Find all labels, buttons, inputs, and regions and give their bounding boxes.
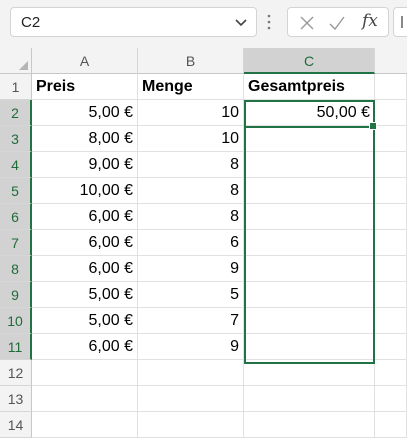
selection-range-border (244, 100, 375, 364)
cell-b1[interactable]: Menge (138, 74, 244, 100)
cell-b14[interactable] (138, 412, 244, 438)
formula-input[interactable] (393, 7, 407, 37)
row-header-12[interactable]: 12 (0, 360, 32, 386)
cell-b11[interactable]: 9 (138, 334, 244, 360)
select-all-triangle (19, 61, 28, 70)
cell-d9[interactable] (375, 282, 407, 308)
cell-a14[interactable] (32, 412, 138, 438)
row-header-4[interactable]: 4 (0, 152, 32, 178)
cell-a11[interactable]: 6,00 € (32, 334, 138, 360)
row-header-9[interactable]: 9 (0, 282, 32, 308)
row-header-5[interactable]: 5 (0, 178, 32, 204)
cell-d7[interactable] (375, 230, 407, 256)
cell-b10[interactable]: 7 (138, 308, 244, 334)
column-header-c[interactable]: C (244, 48, 375, 74)
cell-b7[interactable]: 6 (138, 230, 244, 256)
cell-d2[interactable] (375, 100, 407, 126)
cell-b5[interactable]: 8 (138, 178, 244, 204)
row-header-2[interactable]: 2 (0, 100, 32, 126)
cell-a3[interactable]: 8,00 € (32, 126, 138, 152)
cell-d12[interactable] (375, 360, 407, 386)
cell-b8[interactable]: 9 (138, 256, 244, 282)
cell-b9[interactable]: 5 (138, 282, 244, 308)
cell-b3[interactable]: 10 (138, 126, 244, 152)
cell-b13[interactable] (138, 386, 244, 412)
cell-a10[interactable]: 5,00 € (32, 308, 138, 334)
cell-c14[interactable] (244, 412, 375, 438)
cell-a5[interactable]: 10,00 € (32, 178, 138, 204)
cell-d5[interactable] (375, 178, 407, 204)
cell-a1[interactable]: Preis (32, 74, 138, 100)
fx-icon[interactable]: fx (362, 11, 378, 31)
cell-b6[interactable]: 8 (138, 204, 244, 230)
column-header-a[interactable]: A (32, 48, 138, 74)
column-header-d[interactable] (375, 48, 407, 74)
cell-d11[interactable] (375, 334, 407, 360)
row-header-11[interactable]: 11 (0, 334, 32, 360)
cell-b2[interactable]: 10 (138, 100, 244, 126)
cell-d8[interactable] (375, 256, 407, 282)
active-cell-border (244, 100, 375, 128)
spreadsheet-grid: A B C 1 2 3 4 5 6 7 8 9 10 11 12 13 14 P… (0, 48, 407, 438)
cell-a6[interactable]: 6,00 € (32, 204, 138, 230)
cell-a7[interactable]: 6,00 € (32, 230, 138, 256)
vertical-dots-icon[interactable] (266, 13, 272, 31)
cell-a2[interactable]: 5,00 € (32, 100, 138, 126)
row-header-14[interactable]: 14 (0, 412, 32, 438)
row-header-1[interactable]: 1 (0, 74, 32, 100)
formula-input-edge (401, 16, 403, 28)
cell-a12[interactable] (32, 360, 138, 386)
row-header-7[interactable]: 7 (0, 230, 32, 256)
cell-c13[interactable] (244, 386, 375, 412)
row-header-8[interactable]: 8 (0, 256, 32, 282)
cell-a13[interactable] (32, 386, 138, 412)
cell-a4[interactable]: 9,00 € (32, 152, 138, 178)
cell-a9[interactable]: 5,00 € (32, 282, 138, 308)
cell-b4[interactable]: 8 (138, 152, 244, 178)
cell-d13[interactable] (375, 386, 407, 412)
checkmark-icon[interactable] (328, 14, 346, 32)
formula-buttons: fx (287, 7, 389, 37)
cell-d4[interactable] (375, 152, 407, 178)
name-box[interactable]: C2 (10, 7, 257, 37)
fill-handle[interactable] (369, 122, 377, 130)
chevron-down-icon[interactable] (232, 13, 250, 31)
close-icon[interactable] (298, 14, 316, 32)
cell-d10[interactable] (375, 308, 407, 334)
cell-c1[interactable]: Gesamtpreis (244, 74, 375, 100)
formula-bar-area: C2 fx (0, 0, 407, 48)
column-header-b[interactable]: B (138, 48, 244, 74)
cell-d6[interactable] (375, 204, 407, 230)
cell-d14[interactable] (375, 412, 407, 438)
row-header-10[interactable]: 10 (0, 308, 32, 334)
cell-d1[interactable] (375, 74, 407, 100)
name-box-value[interactable]: C2 (21, 14, 40, 31)
cell-b12[interactable] (138, 360, 244, 386)
select-all-button[interactable] (0, 48, 32, 74)
cell-d3[interactable] (375, 126, 407, 152)
row-header-6[interactable]: 6 (0, 204, 32, 230)
cell-a8[interactable]: 6,00 € (32, 256, 138, 282)
row-header-3[interactable]: 3 (0, 126, 32, 152)
row-header-13[interactable]: 13 (0, 386, 32, 412)
